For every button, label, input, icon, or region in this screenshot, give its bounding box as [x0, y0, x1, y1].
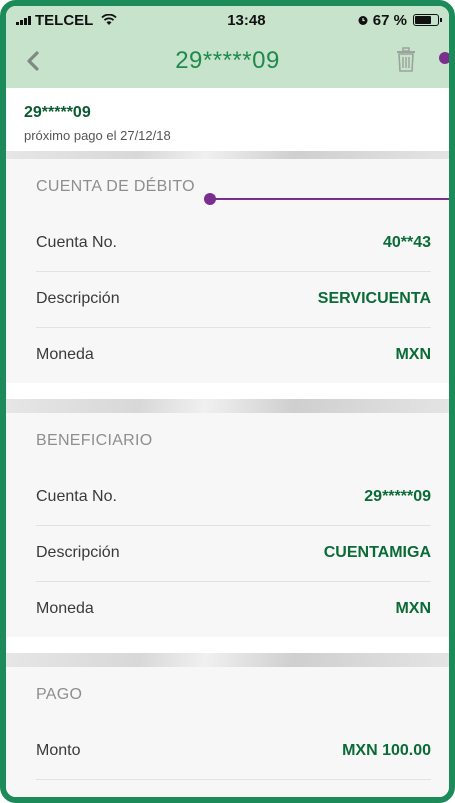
- row-value: MXN: [395, 600, 431, 617]
- section-title-payment: PAGO: [36, 686, 83, 703]
- row-beneficiary-description: Descripción CUENTAMIGA: [6, 525, 449, 581]
- battery-icon: [413, 14, 442, 26]
- carrier-name: TELCEL: [35, 11, 94, 29]
- section-divider: [6, 653, 449, 667]
- row-value: MXN: [395, 346, 431, 363]
- row-value: SERVICUENTA: [317, 290, 431, 307]
- row-label: Descripción: [36, 544, 120, 561]
- status-bar: TELCEL 13:48 67 %: [6, 6, 449, 34]
- row-debit-account-number: Cuenta No. 40**43: [6, 215, 449, 271]
- section-title-debit: CUENTA DE DÉBITO: [36, 178, 195, 195]
- annotation-marker: [439, 52, 449, 64]
- status-time: 13:48: [227, 11, 266, 29]
- annotation-line: [212, 198, 449, 200]
- row-debit-currency: Moneda MXN: [6, 327, 449, 383]
- row-debit-description: Descripción SERVICUENTA: [6, 271, 449, 327]
- row-label: Monto: [36, 742, 81, 759]
- wifi-icon: [101, 14, 117, 25]
- section-divider: [6, 399, 449, 413]
- back-button[interactable]: [20, 48, 46, 74]
- row-label: Cuenta No.: [36, 234, 117, 251]
- battery-percent: 67 %: [372, 11, 407, 29]
- trash-icon: [397, 47, 415, 72]
- beneficiary-section: BENEFICIARIO Cuenta No. 29*****09 Descri…: [6, 413, 449, 637]
- debit-account-section: CUENTA DE DÉBITO Cuenta No. 40**43 Descr…: [6, 159, 449, 383]
- payment-section: PAGO Monto MXN 100.00: [6, 667, 449, 797]
- row-label: Cuenta No.: [36, 488, 117, 505]
- phone-frame: TELCEL 13:48 67 % 29*****09 29*****09 pr…: [0, 0, 455, 803]
- section-title-beneficiary: BENEFICIARIO: [36, 432, 153, 449]
- section-divider: [6, 151, 449, 159]
- nav-title: 29*****09: [175, 47, 280, 74]
- row-label: Moneda: [36, 346, 94, 363]
- row-value: 40**43: [382, 234, 431, 251]
- account-number: 29*****09: [24, 104, 91, 121]
- alarm-icon: [358, 16, 368, 25]
- row-next-partial: [6, 779, 449, 797]
- row-payment-amount: Monto MXN 100.00: [6, 723, 449, 779]
- row-beneficiary-account-number: Cuenta No. 29*****09: [6, 469, 449, 525]
- navigation-bar: 29*****09: [6, 34, 449, 88]
- signal-icon: [16, 15, 31, 25]
- row-label: Descripción: [36, 290, 120, 307]
- row-label: Moneda: [36, 600, 94, 617]
- row-value: 29*****09: [364, 488, 431, 505]
- next-payment-date: próximo pago el 27/12/18: [24, 128, 171, 143]
- row-value: CUENTAMIGA: [323, 544, 431, 561]
- row-beneficiary-currency: Moneda MXN: [6, 581, 449, 637]
- row-value: MXN 100.00: [342, 742, 431, 759]
- account-header: 29*****09 próximo pago el 27/12/18: [6, 88, 449, 156]
- delete-button[interactable]: [395, 47, 419, 75]
- chevron-left-icon: [27, 51, 39, 71]
